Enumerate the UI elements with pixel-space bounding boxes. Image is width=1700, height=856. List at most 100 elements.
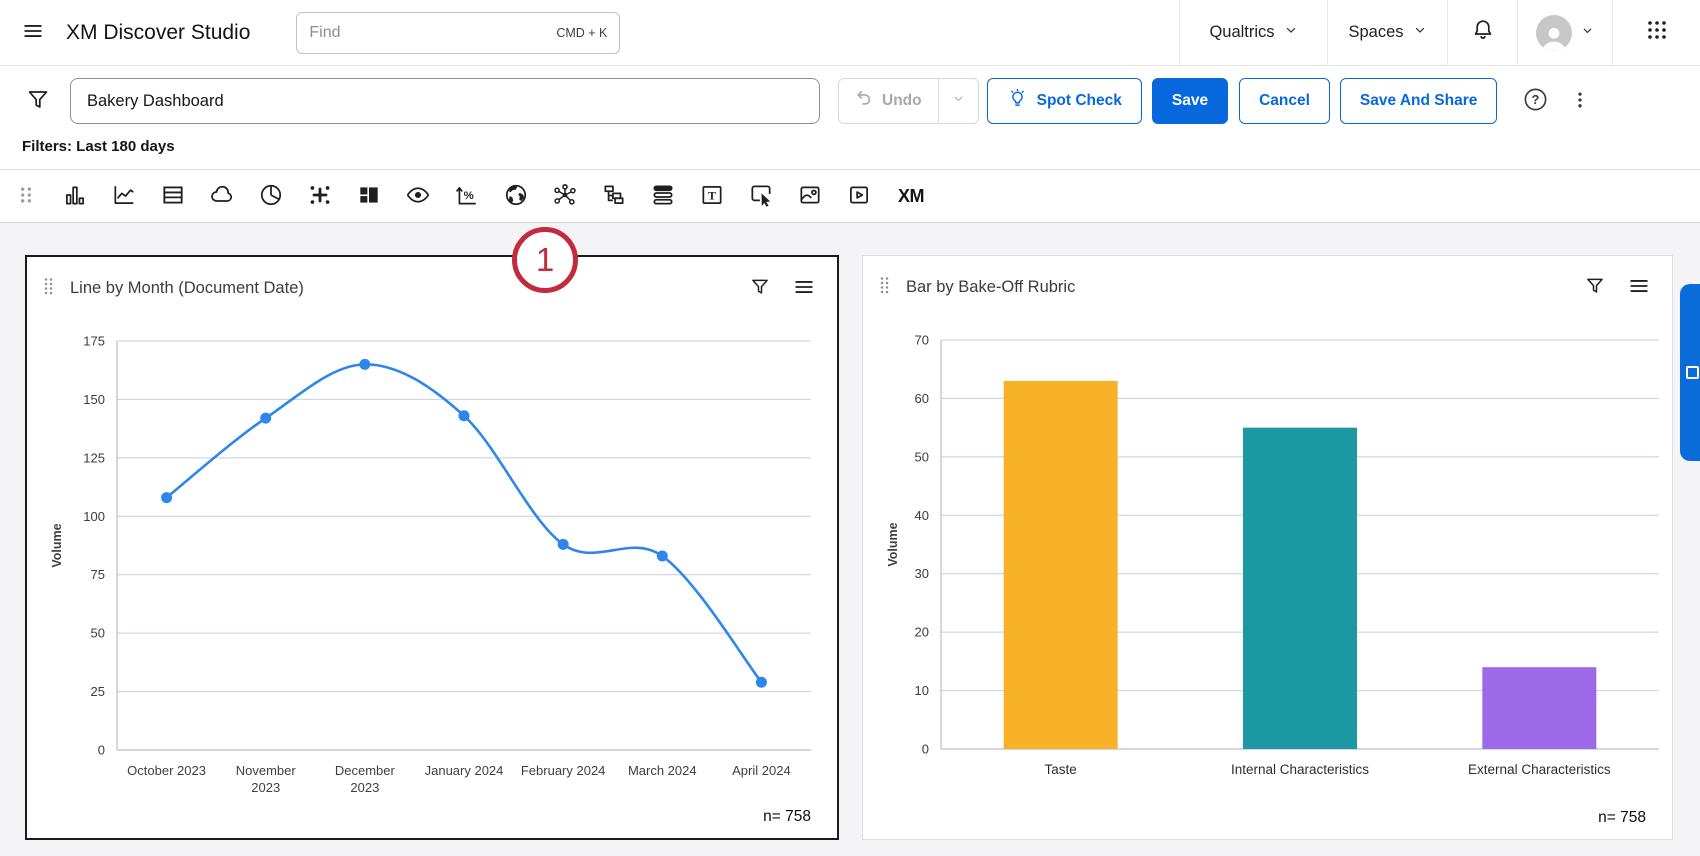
toolbar-word-cloud-button[interactable]	[208, 182, 236, 210]
hierarchy-icon	[601, 182, 627, 211]
toolbar-table-button[interactable]	[159, 182, 187, 210]
search-shortcut: CMD + K	[556, 26, 607, 40]
toolbar-bar-chart-button[interactable]	[61, 182, 89, 210]
svg-text:30: 30	[915, 566, 929, 581]
svg-text:Taste: Taste	[1045, 762, 1077, 777]
svg-text:75: 75	[91, 567, 105, 582]
svg-text:125: 125	[83, 450, 105, 465]
svg-text:October 2023: October 2023	[127, 763, 206, 778]
toolbar-text-box-button[interactable]: T	[698, 182, 726, 210]
widget-filter-button[interactable]	[1582, 274, 1608, 300]
annotation-step-1: 1	[512, 227, 578, 293]
toolbar-stacked-bar-button[interactable]	[649, 182, 677, 210]
app-title: XM Discover Studio	[66, 21, 250, 45]
toolbar-pie-chart-button[interactable]	[257, 182, 285, 210]
funnel-icon	[750, 277, 770, 300]
filters-summary: Filters: Last 180 days	[22, 138, 1680, 155]
svg-text:January 2024: January 2024	[425, 763, 504, 778]
xm-logo: XM	[894, 186, 924, 207]
eye-icon	[405, 182, 431, 211]
svg-text:50: 50	[915, 449, 929, 464]
svg-text:150: 150	[83, 392, 105, 407]
globe-icon	[503, 182, 529, 211]
account-menu[interactable]	[1517, 0, 1612, 66]
search-input[interactable]	[309, 24, 556, 42]
widget-line-chart[interactable]: Line by Month (Document Date) 0255075100…	[25, 255, 839, 840]
svg-text:Volume: Volume	[50, 523, 64, 567]
toolbar-map-button[interactable]	[502, 182, 530, 210]
line-chart-icon	[111, 182, 137, 211]
more-options-button[interactable]	[1566, 84, 1594, 118]
chevron-down-icon	[952, 92, 965, 110]
global-search-box[interactable]: CMD + K	[296, 12, 620, 54]
funnel-icon	[26, 88, 50, 115]
toolbar-metric-button[interactable]: %	[453, 182, 481, 210]
topbar: XM Discover Studio CMD + K Qualtrics Spa…	[0, 0, 1700, 66]
cloud-icon	[209, 182, 235, 211]
dashboard-canvas: Line by Month (Document Date) 0255075100…	[0, 223, 1700, 853]
dashboard-filter-button[interactable]	[20, 83, 56, 119]
stacked-bar-icon	[650, 182, 676, 211]
toolbar-video-button[interactable]	[845, 182, 873, 210]
lightbulb-icon	[1007, 88, 1028, 114]
svg-text:%: %	[464, 189, 474, 201]
toolbar-hierarchy-button[interactable]	[600, 182, 628, 210]
bell-icon	[1471, 18, 1495, 47]
sample-size-label: n= 758	[1598, 809, 1646, 827]
svg-text:March 2024: March 2024	[628, 763, 697, 778]
undo-history-button[interactable]	[938, 79, 978, 123]
toolbar-treemap-button[interactable]	[355, 182, 383, 210]
notifications-button[interactable]	[1447, 0, 1517, 66]
svg-text:November: November	[236, 763, 297, 778]
toolbar-scatter-button[interactable]	[306, 182, 334, 210]
toolbar-network-button[interactable]	[551, 182, 579, 210]
toolbar-drag-handle[interactable]	[12, 182, 40, 210]
right-panel-toggle[interactable]	[1680, 284, 1700, 461]
bar-chart-svg: 010203040506070VolumeTasteInternal Chara…	[875, 310, 1665, 815]
grid-icon	[1645, 18, 1669, 47]
scatter-icon	[307, 182, 333, 211]
hamburger-icon	[22, 20, 44, 45]
qualtrics-menu[interactable]: Qualtrics	[1179, 0, 1327, 66]
qualtrics-menu-label: Qualtrics	[1209, 23, 1274, 42]
svg-text:0: 0	[922, 742, 929, 757]
svg-text:External Characteristics: External Characteristics	[1468, 762, 1611, 777]
chevron-down-icon	[1413, 23, 1427, 42]
svg-text:20: 20	[915, 625, 929, 640]
save-button[interactable]: Save	[1152, 78, 1228, 124]
text-box-icon: T	[699, 182, 725, 211]
widget-bar-chart[interactable]: Bar by Bake-Off Rubric 010203040506070Vo…	[862, 255, 1673, 840]
svg-text:100: 100	[83, 509, 105, 524]
toolbar-image-button[interactable]	[796, 182, 824, 210]
chevron-down-icon	[1284, 23, 1298, 42]
widget-menu-button[interactable]	[791, 275, 817, 301]
avatar	[1536, 15, 1572, 51]
svg-text:175: 175	[83, 334, 105, 349]
widget-filter-button[interactable]	[747, 275, 773, 301]
widget-drag-handle-icon[interactable]	[43, 277, 54, 300]
menu-icon	[793, 276, 815, 301]
cancel-button[interactable]: Cancel	[1239, 78, 1330, 124]
spot-check-button[interactable]: Spot Check	[987, 78, 1142, 124]
toolbar-preview-button[interactable]	[404, 182, 432, 210]
svg-text:2023: 2023	[251, 780, 280, 795]
dashboard-name-input[interactable]	[70, 78, 820, 124]
save-and-share-button[interactable]: Save And Share	[1340, 78, 1497, 124]
toolbar-selector-button[interactable]	[747, 182, 775, 210]
svg-text:February 2024: February 2024	[521, 763, 606, 778]
undo-label: Undo	[882, 92, 922, 110]
drag-handle-icon	[16, 185, 36, 208]
undo-button[interactable]: Undo	[839, 79, 938, 123]
spaces-menu[interactable]: Spaces	[1327, 0, 1447, 66]
help-button[interactable]: ?	[1518, 84, 1552, 118]
svg-text:2023: 2023	[350, 780, 379, 795]
main-menu-button[interactable]	[18, 18, 48, 48]
widget-drag-handle-icon[interactable]	[879, 276, 890, 299]
bar-chart: 010203040506070VolumeTasteInternal Chara…	[875, 310, 1665, 820]
cancel-label: Cancel	[1259, 92, 1310, 110]
app-launcher-button[interactable]	[1612, 0, 1700, 66]
funnel-icon	[1585, 276, 1605, 299]
line-chart-svg: 0255075100125150175VolumeOctober 2023Nov…	[39, 311, 819, 816]
toolbar-line-chart-button[interactable]	[110, 182, 138, 210]
widget-menu-button[interactable]	[1626, 274, 1652, 300]
